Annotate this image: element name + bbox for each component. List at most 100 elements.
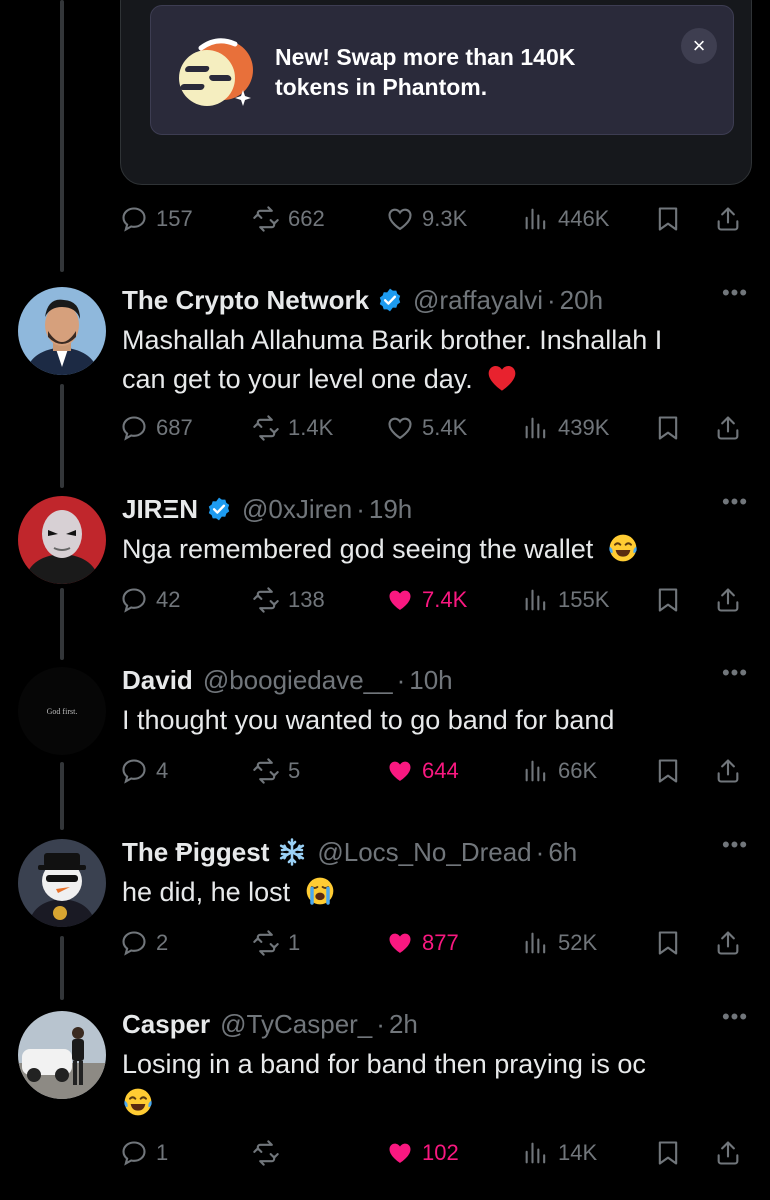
avatar[interactable] <box>18 496 106 584</box>
repost-count: 662 <box>288 206 325 231</box>
views-button[interactable]: 155K <box>522 580 609 620</box>
like-button[interactable]: 9.3K <box>386 199 467 239</box>
timestamp[interactable]: 6h <box>548 837 577 868</box>
avatar[interactable] <box>18 287 106 375</box>
share-icon <box>717 588 739 612</box>
separator: · <box>535 836 545 867</box>
views-count: 155K <box>558 587 610 612</box>
display-name[interactable]: JIRΞN <box>122 494 198 525</box>
reply-icon <box>122 1141 146 1166</box>
share-button[interactable] <box>714 199 742 239</box>
like-count: 644 <box>422 758 459 783</box>
repost-count: 5 <box>288 758 301 783</box>
tears-of-joy-emoji <box>124 1088 152 1116</box>
display-name[interactable]: The Crypto Network <box>122 285 369 316</box>
tweet-header: The Crypto Network @raffayalvi · 20h <box>122 283 603 317</box>
repost-icon <box>253 1140 279 1166</box>
reply-tweet[interactable]: JIRΞN @0xJiren · 19h ••• Nga remembered … <box>0 491 770 632</box>
repost-button[interactable] <box>252 1133 288 1173</box>
views-button[interactable]: 66K <box>522 751 597 791</box>
bookmark-button[interactable] <box>654 923 682 963</box>
views-button[interactable]: 14K <box>522 1133 597 1173</box>
reply-button[interactable]: 42 <box>120 580 180 620</box>
timestamp[interactable]: 20h <box>560 285 603 316</box>
close-icon[interactable]: × <box>681 28 717 64</box>
display-name[interactable]: The Ᵽiggest <box>122 837 269 868</box>
bookmark-icon <box>658 759 678 783</box>
main-tweet-actions: 157 662 9.3K 446K <box>120 199 752 239</box>
more-options-icon[interactable]: ••• <box>720 1006 750 1033</box>
bookmark-button[interactable] <box>654 580 682 620</box>
display-name[interactable]: Casper <box>122 1009 210 1040</box>
tweet-actions: 4 5 644 66K <box>120 751 752 791</box>
handle[interactable]: @boogiedave__ <box>203 665 393 696</box>
views-button[interactable]: 439K <box>522 408 609 448</box>
like-button[interactable]: 5.4K <box>386 408 467 448</box>
share-icon <box>717 759 739 783</box>
repost-button[interactable]: 1.4K <box>252 408 333 448</box>
views-count: 446K <box>558 206 610 231</box>
reply-tweet[interactable]: Casper @TyCasper_ · 2h ••• Losing in a b… <box>0 1006 770 1182</box>
repost-button[interactable]: 1 <box>252 923 300 963</box>
bookmark-button[interactable] <box>654 408 682 448</box>
avatar-caption: God first. <box>46 707 78 716</box>
reply-button[interactable]: 157 <box>120 199 193 239</box>
avatar-portrait <box>18 839 106 927</box>
heart-filled-icon <box>389 933 411 953</box>
avatar[interactable] <box>18 839 106 927</box>
views-count: 14K <box>558 1140 598 1165</box>
bookmark-button[interactable] <box>654 199 682 239</box>
tweet-text: I thought you wanted to go band for band <box>122 701 742 740</box>
reply-tweet[interactable]: God first. David @boogiedave__ · 10h •••… <box>0 662 770 803</box>
more-options-icon[interactable]: ••• <box>720 282 750 309</box>
reply-icon <box>122 931 146 956</box>
handle[interactable]: @TyCasper_ <box>220 1009 372 1040</box>
timestamp[interactable]: 19h <box>369 494 412 525</box>
reply-icon <box>122 588 146 613</box>
avatar[interactable]: God first. <box>18 667 106 755</box>
separator: · <box>356 493 365 524</box>
promo-toast[interactable]: New! Swap more than 140K tokens in Phant… <box>150 5 734 135</box>
handle[interactable]: @Locs_No_Dread <box>317 837 531 868</box>
views-button[interactable]: 446K <box>522 199 609 239</box>
views-icon <box>525 1142 546 1164</box>
reply-button[interactable]: 1 <box>120 1133 168 1173</box>
display-name[interactable]: David <box>122 665 193 696</box>
reply-button[interactable]: 687 <box>120 408 193 448</box>
share-button[interactable] <box>714 751 742 791</box>
share-button[interactable] <box>714 408 742 448</box>
share-button[interactable] <box>714 580 742 620</box>
reply-tweet[interactable]: The Ᵽiggest @Locs_No_Dread · 6h ••• he d… <box>0 834 770 975</box>
repost-button[interactable]: 662 <box>252 199 325 239</box>
share-button[interactable] <box>714 1133 742 1173</box>
reply-button[interactable]: 4 <box>120 751 168 791</box>
more-options-icon[interactable]: ••• <box>720 834 750 861</box>
tweet-text-line: he did, he lost <box>122 877 291 907</box>
like-count: 5.4K <box>422 415 468 440</box>
reply-count: 42 <box>156 587 181 612</box>
avatar[interactable] <box>18 1011 106 1099</box>
verified-badge-icon <box>208 497 230 521</box>
reply-button[interactable]: 2 <box>120 923 168 963</box>
more-options-icon[interactable]: ••• <box>720 662 750 689</box>
handle[interactable]: @0xJiren <box>242 494 352 525</box>
repost-button[interactable]: 138 <box>252 580 325 620</box>
share-button[interactable] <box>714 923 742 963</box>
views-icon <box>525 932 546 954</box>
views-button[interactable]: 52K <box>522 923 597 963</box>
repost-button[interactable]: 5 <box>252 751 300 791</box>
bookmark-button[interactable] <box>654 1133 682 1173</box>
like-button[interactable]: 877 <box>386 923 459 963</box>
like-button[interactable]: 644 <box>386 751 459 791</box>
timestamp[interactable]: 10h <box>409 665 452 696</box>
more-options-icon[interactable]: ••• <box>720 491 750 518</box>
like-count: 102 <box>422 1140 459 1165</box>
tweet-actions: 2 1 877 52K <box>120 923 752 963</box>
reply-tweet[interactable]: The Crypto Network @raffayalvi · 20h •••… <box>0 282 770 453</box>
like-button[interactable]: 7.4K <box>386 580 467 620</box>
timestamp[interactable]: 2h <box>389 1009 418 1040</box>
bookmark-button[interactable] <box>654 751 682 791</box>
heart-filled-icon <box>389 761 411 781</box>
like-button[interactable]: 102 <box>386 1133 459 1173</box>
handle[interactable]: @raffayalvi <box>413 285 543 316</box>
